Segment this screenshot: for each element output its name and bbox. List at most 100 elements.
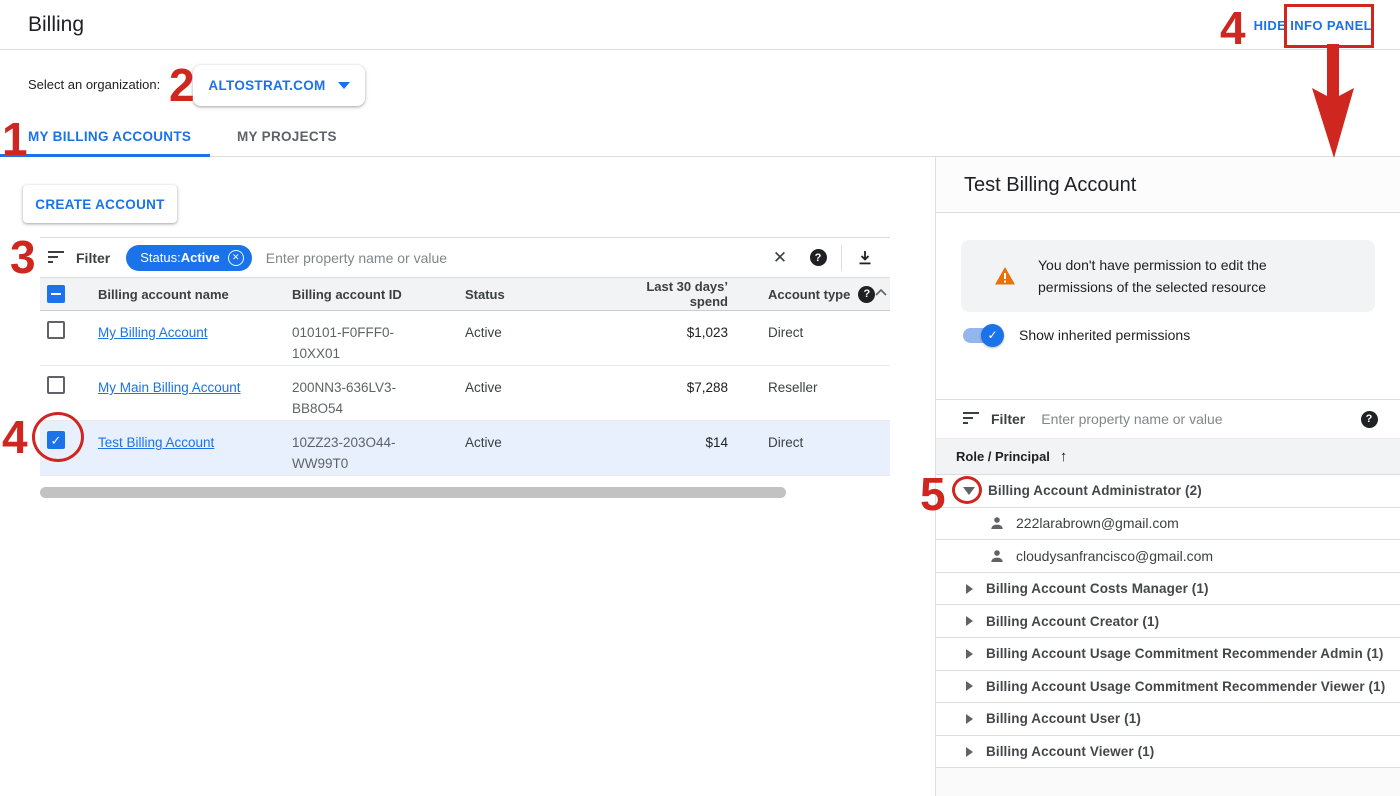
role-group-row[interactable]: Billing Account Administrator (2) bbox=[936, 475, 1400, 508]
active-tab-indicator bbox=[0, 154, 210, 157]
download-button[interactable] bbox=[852, 245, 878, 271]
role-group-row[interactable]: Billing Account Usage Commitment Recomme… bbox=[936, 671, 1400, 704]
expander-icon[interactable] bbox=[966, 649, 973, 659]
expander-icon[interactable] bbox=[966, 681, 973, 691]
billing-account-id: 10ZZ23-203O44-WW99T0 bbox=[292, 421, 465, 475]
sort-caret-icon bbox=[874, 287, 888, 297]
filter-input[interactable] bbox=[266, 250, 767, 266]
sort-ascending-icon: ↑ bbox=[1060, 448, 1068, 465]
account-type-value: Reseller bbox=[740, 366, 890, 420]
filter-bar: Filter Status : Active ✕ ✕ ? bbox=[40, 237, 890, 278]
filter-help-button[interactable]: ? bbox=[805, 245, 831, 271]
role-group-row[interactable]: Billing Account Creator (1) bbox=[936, 605, 1400, 638]
spend-value: $7,288 bbox=[610, 366, 740, 420]
expander-icon[interactable] bbox=[963, 487, 975, 495]
expander-icon[interactable] bbox=[966, 584, 973, 594]
select-all-checkbox[interactable] bbox=[47, 285, 65, 303]
spend-value: $1,023 bbox=[610, 311, 740, 365]
chip-value: Active bbox=[181, 250, 220, 265]
status-value: Active bbox=[465, 311, 610, 365]
row-checkbox[interactable]: ✓ bbox=[47, 431, 65, 449]
clear-filter-button[interactable]: ✕ bbox=[767, 245, 793, 271]
warning-icon bbox=[994, 266, 1016, 286]
permission-warning: You don't have permission to edit the pe… bbox=[961, 240, 1375, 312]
account-type-help-icon[interactable]: ? bbox=[858, 286, 875, 303]
tab-my-projects[interactable]: MY PROJECTS bbox=[237, 116, 337, 156]
close-icon: ✕ bbox=[773, 248, 787, 268]
info-panel-title: Test Billing Account bbox=[964, 157, 1400, 213]
chip-field: Status bbox=[140, 250, 177, 265]
annotation-number-3: 3 bbox=[10, 234, 36, 280]
warning-text: You don't have permission to edit the pe… bbox=[1038, 254, 1267, 298]
billing-account-link[interactable]: Test Billing Account bbox=[98, 435, 214, 450]
expander-icon[interactable] bbox=[966, 616, 973, 626]
row-checkbox[interactable] bbox=[47, 376, 65, 394]
hide-info-panel-button[interactable]: HIDE INFO PANEL bbox=[1254, 0, 1372, 50]
column-billing-account-name[interactable]: Billing account name bbox=[98, 287, 292, 302]
role-group-row[interactable]: Billing Account User (1) bbox=[936, 703, 1400, 736]
table-row[interactable]: ✓ Test Billing Account 10ZZ23-203O44-WW9… bbox=[40, 421, 890, 476]
filter-icon bbox=[48, 251, 66, 265]
account-type-value: Direct bbox=[740, 311, 890, 365]
info-panel-header: Test Billing Account bbox=[936, 157, 1400, 213]
role-group-row[interactable]: Billing Account Costs Manager (1) bbox=[936, 573, 1400, 606]
app-header: Billing HIDE INFO PANEL bbox=[0, 0, 1400, 50]
panel-filter-help-button[interactable]: ? bbox=[1356, 406, 1382, 432]
expander-icon[interactable] bbox=[966, 714, 973, 724]
billing-account-id: 200NN3-636LV3-BB8O54 bbox=[292, 366, 465, 420]
account-type-value: Direct bbox=[740, 421, 890, 475]
billing-console-page: Billing HIDE INFO PANEL Select an organi… bbox=[0, 0, 1400, 796]
panel-filter-label: Filter bbox=[991, 411, 1025, 427]
table-header: Billing account name Billing account ID … bbox=[40, 278, 890, 311]
billing-accounts-table: My Billing Account 010101-F0FFF0-10XX01 … bbox=[40, 311, 890, 476]
download-icon bbox=[856, 249, 874, 267]
help-icon: ? bbox=[810, 249, 827, 266]
column-status[interactable]: Status bbox=[465, 287, 610, 302]
status-value: Active bbox=[465, 421, 610, 475]
row-checkbox[interactable] bbox=[47, 321, 65, 339]
person-icon bbox=[989, 515, 1005, 531]
column-last-30-days-spend[interactable]: Last 30 days’ spend bbox=[610, 279, 740, 309]
toggle-check-icon: ✓ bbox=[981, 324, 1004, 347]
table-row[interactable]: My Billing Account 010101-F0FFF0-10XX01 … bbox=[40, 311, 890, 366]
show-inherited-permissions-toggle[interactable]: ✓ Show inherited permissions bbox=[963, 327, 1190, 343]
column-account-type-label: Account type bbox=[768, 287, 850, 302]
principal-row[interactable]: 222larabrown@gmail.com bbox=[936, 508, 1400, 541]
filter-icon bbox=[963, 412, 981, 426]
tab-my-billing-accounts[interactable]: MY BILLING ACCOUNTS bbox=[28, 116, 191, 156]
org-selector-value: ALTOSTRAT.COM bbox=[208, 78, 325, 93]
role-principal-label: Role / Principal bbox=[956, 449, 1050, 464]
annotation-number-2: 2 bbox=[169, 62, 195, 108]
toggle-label: Show inherited permissions bbox=[1019, 327, 1190, 343]
expander-icon[interactable] bbox=[966, 747, 973, 757]
org-selector-label: Select an organization: bbox=[28, 77, 160, 92]
filter-label: Filter bbox=[76, 250, 110, 266]
info-panel: Test Billing Account You don't have perm… bbox=[935, 157, 1400, 796]
status-value: Active bbox=[465, 366, 610, 420]
role-group-row[interactable]: Billing Account Usage Commitment Recomme… bbox=[936, 638, 1400, 671]
table-row[interactable]: My Main Billing Account 200NN3-636LV3-BB… bbox=[40, 366, 890, 421]
role-list: Billing Account Administrator (2) 222lar… bbox=[936, 475, 1400, 768]
annotation-number-4-row: 4 bbox=[2, 414, 28, 460]
chevron-down-icon bbox=[338, 82, 350, 89]
spend-value: $14 bbox=[610, 421, 740, 475]
column-account-type[interactable]: Account type ? bbox=[740, 286, 890, 303]
tab-bar: MY BILLING ACCOUNTS MY PROJECTS bbox=[0, 116, 1400, 157]
help-icon: ? bbox=[1361, 411, 1378, 428]
column-billing-account-id[interactable]: Billing account ID bbox=[292, 287, 465, 302]
billing-account-id: 010101-F0FFF0-10XX01 bbox=[292, 311, 465, 365]
panel-filter-bar: Filter ? bbox=[936, 399, 1400, 439]
billing-account-link[interactable]: My Billing Account bbox=[98, 325, 208, 340]
create-account-button[interactable]: CREATE ACCOUNT bbox=[23, 185, 177, 223]
role-group-row[interactable]: Billing Account Viewer (1) bbox=[936, 736, 1400, 769]
role-principal-header[interactable]: Role / Principal ↑ bbox=[936, 439, 1400, 475]
filter-chip-status-active[interactable]: Status : Active ✕ bbox=[126, 245, 252, 271]
chip-remove-icon[interactable]: ✕ bbox=[228, 250, 244, 266]
billing-account-link[interactable]: My Main Billing Account bbox=[98, 380, 241, 395]
org-selector-dropdown[interactable]: ALTOSTRAT.COM bbox=[193, 65, 365, 106]
panel-filter-input[interactable] bbox=[1041, 411, 1356, 427]
principal-row[interactable]: cloudysanfrancisco@gmail.com bbox=[936, 540, 1400, 573]
horizontal-scrollbar[interactable] bbox=[40, 487, 786, 498]
toggle-track: ✓ bbox=[963, 328, 1001, 343]
toolbar-divider bbox=[841, 245, 842, 271]
